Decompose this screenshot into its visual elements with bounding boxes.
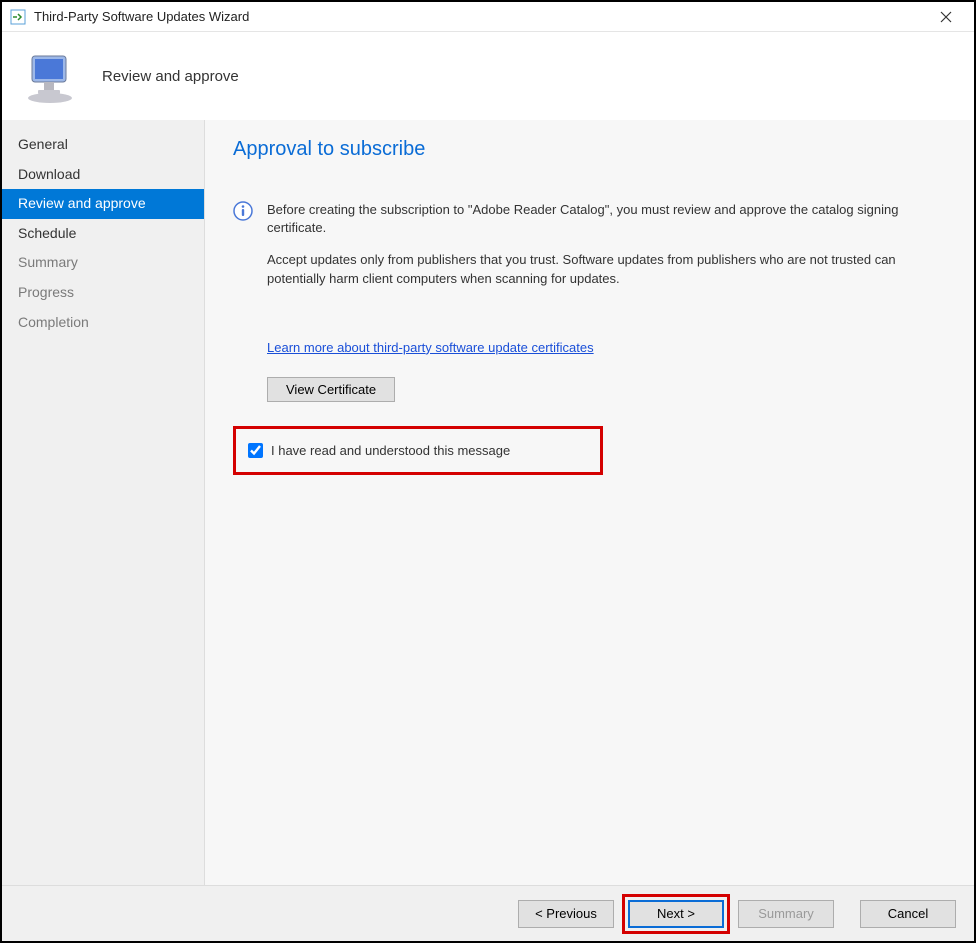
- section-title: Approval to subscribe: [233, 138, 946, 161]
- summary-button: Summary: [738, 900, 834, 928]
- view-certificate-button[interactable]: View Certificate: [267, 377, 395, 402]
- info-row: Before creating the subscription to "Ado…: [233, 201, 946, 302]
- wizard-body: General Download Review and approve Sche…: [2, 120, 974, 885]
- sidebar-item-completion: Completion: [2, 308, 204, 338]
- next-button[interactable]: Next >: [628, 900, 724, 928]
- sidebar-item-schedule[interactable]: Schedule: [2, 219, 204, 249]
- window-title: Third-Party Software Updates Wizard: [34, 9, 926, 24]
- close-button[interactable]: [926, 3, 966, 31]
- titlebar: Third-Party Software Updates Wizard: [2, 2, 974, 32]
- cancel-button[interactable]: Cancel: [860, 900, 956, 928]
- sidebar-item-summary: Summary: [2, 248, 204, 278]
- wizard-sidebar: General Download Review and approve Sche…: [2, 120, 204, 885]
- info-icon: [233, 201, 253, 221]
- sidebar-item-general[interactable]: General: [2, 130, 204, 160]
- close-icon: [940, 11, 952, 23]
- wizard-content: Approval to subscribe Before creating th…: [204, 120, 974, 885]
- previous-button[interactable]: < Previous: [518, 900, 614, 928]
- sidebar-item-download[interactable]: Download: [2, 160, 204, 190]
- learn-more-link[interactable]: Learn more about third-party software up…: [267, 340, 946, 355]
- highlight-next: Next >: [622, 894, 730, 934]
- page-title: Review and approve: [102, 68, 239, 85]
- info-text-block: Before creating the subscription to "Ado…: [267, 201, 946, 302]
- acknowledge-checkbox[interactable]: [248, 443, 263, 458]
- sidebar-item-review-approve[interactable]: Review and approve: [2, 189, 204, 219]
- info-paragraph-1: Before creating the subscription to "Ado…: [267, 201, 946, 237]
- highlight-checkbox: I have read and understood this message: [233, 426, 603, 475]
- app-icon: [10, 9, 26, 25]
- wizard-header: Review and approve: [2, 32, 974, 120]
- info-paragraph-2: Accept updates only from publishers that…: [267, 251, 946, 287]
- wizard-footer: < Previous Next > Summary Cancel: [2, 885, 974, 941]
- monitor-icon: [22, 48, 78, 104]
- sidebar-item-progress: Progress: [2, 278, 204, 308]
- acknowledge-label[interactable]: I have read and understood this message: [271, 443, 510, 458]
